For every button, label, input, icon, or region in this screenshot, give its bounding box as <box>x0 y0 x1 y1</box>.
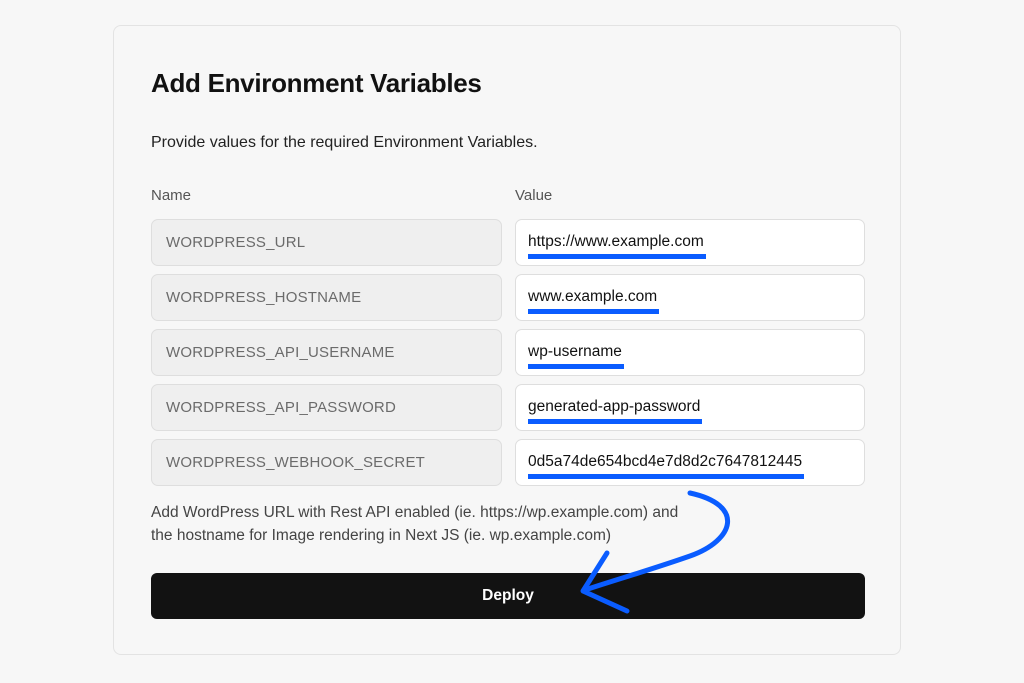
card-description: Provide values for the required Environm… <box>151 134 538 151</box>
variable-row: WORDPRESS_HOSTNAME www.example.com <box>151 274 865 321</box>
variable-row: WORDPRESS_URL https://www.example.com <box>151 219 865 266</box>
variable-name-field: WORDPRESS_API_PASSWORD <box>151 384 502 431</box>
variable-value-input[interactable]: 0d5a74de654bcd4e7d8d2c7647812445 <box>515 439 865 486</box>
variable-name-field: WORDPRESS_URL <box>151 219 502 266</box>
variable-value-input[interactable]: wp-username <box>515 329 865 376</box>
card-title: Add Environment Variables <box>151 68 482 98</box>
help-text-line-2: the hostname for Image rendering in Next… <box>151 527 612 544</box>
env-vars-card: Add Environment Variables Provide values… <box>113 25 901 655</box>
variable-row: WORDPRESS_API_USERNAME wp-username <box>151 329 865 376</box>
variable-name-field: WORDPRESS_HOSTNAME <box>151 274 502 321</box>
variables-list: WORDPRESS_URL https://www.example.com WO… <box>151 219 865 494</box>
variable-value-input[interactable]: www.example.com <box>515 274 865 321</box>
name-column-label: Name <box>151 187 192 204</box>
help-text: Add WordPress URL with Rest API enabled … <box>151 501 751 547</box>
variable-value-text: wp-username <box>528 343 624 369</box>
variable-value-text: generated-app-password <box>528 398 703 424</box>
value-column-label: Value <box>515 187 553 204</box>
variable-name-field: WORDPRESS_WEBHOOK_SECRET <box>151 439 502 486</box>
help-text-line-1: Add WordPress URL with Rest API enabled … <box>151 504 679 521</box>
variable-value-text: 0d5a74de654bcd4e7d8d2c7647812445 <box>528 453 805 479</box>
variable-value-input[interactable]: generated-app-password <box>515 384 865 431</box>
variable-value-input[interactable]: https://www.example.com <box>515 219 865 266</box>
deploy-button[interactable]: Deploy <box>151 573 865 619</box>
variable-name-field: WORDPRESS_API_USERNAME <box>151 329 502 376</box>
variable-row: WORDPRESS_WEBHOOK_SECRET 0d5a74de654bcd4… <box>151 439 865 486</box>
variable-value-text: www.example.com <box>528 288 660 314</box>
variable-row: WORDPRESS_API_PASSWORD generated-app-pas… <box>151 384 865 431</box>
variable-value-text: https://www.example.com <box>528 233 706 259</box>
